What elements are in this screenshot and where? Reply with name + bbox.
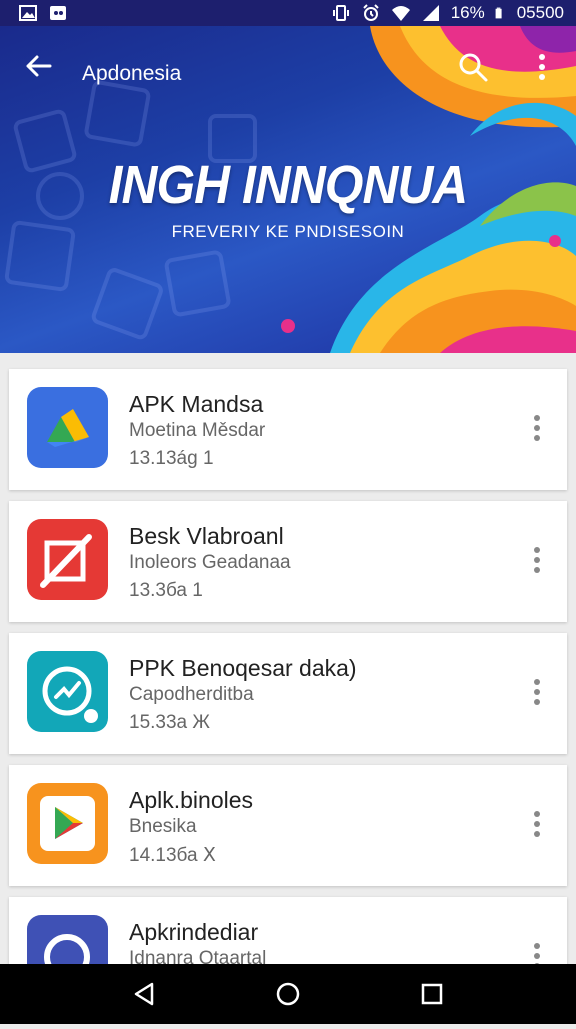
back-arrow-icon[interactable] [22, 50, 54, 82]
more-vert-icon[interactable] [530, 50, 554, 84]
app-name: Besk Vlabroanl [129, 523, 284, 549]
drive-icon [27, 387, 108, 468]
list-item[interactable]: Aplk.binoles Bnesika 14.13ба Ⅹ [9, 765, 567, 886]
app-name: Aplk.binoles [129, 787, 254, 813]
list-item[interactable]: Besk Vlabroanl Inoleors Geadanaa 13.3ба … [9, 501, 567, 622]
item-menu-icon[interactable] [527, 675, 547, 709]
app-developer: Moetina Měsdar [129, 420, 266, 441]
app-title: Apdonesia [82, 62, 182, 85]
app-list: APK Mandsa Moetina Měsdar 13.13ág 1 Besk… [9, 369, 567, 1029]
app-meta: 13.13ág 1 [129, 448, 214, 469]
home-nav-icon[interactable] [274, 980, 302, 1008]
back-nav-icon[interactable] [130, 980, 158, 1008]
gallery-icon [19, 5, 37, 21]
navigation-bar [0, 964, 576, 1024]
alarm-icon [362, 4, 379, 21]
app-meta: 15.33a Ж [129, 712, 210, 733]
clock: 05500 [516, 3, 564, 22]
toolbar: Apdonesia [0, 36, 576, 96]
item-menu-icon[interactable] [527, 807, 547, 841]
app-name: PPK Benoqesar daka) [129, 655, 357, 681]
app-meta: 13.3ба 1 [129, 580, 203, 601]
banner-title: INGH INNQNUA [108, 155, 469, 215]
vibrate-icon [332, 5, 349, 21]
item-menu-icon[interactable] [527, 411, 547, 445]
status-bar: 16% 05500 [0, 0, 576, 26]
app-name: Apkrindediar [129, 919, 259, 945]
header-banner: Apdonesia INGH INNQNUA FREVERIY KE PNDIS… [0, 26, 576, 353]
item-menu-icon[interactable] [527, 543, 547, 577]
app-meta: 14.13ба Ⅹ [129, 845, 216, 866]
app-developer: Bnesika [129, 816, 197, 837]
app-developer: Capodherditba [129, 684, 254, 705]
banner-subtitle: FREVERIY KE PNDISESOIN [171, 222, 405, 241]
app-developer: Inoleors Geadanaa [129, 552, 291, 573]
app-name: APK Mandsa [129, 391, 264, 417]
list-item[interactable]: APK Mandsa Moetina Měsdar 13.13ág 1 [9, 369, 567, 490]
game-icon [50, 6, 66, 20]
battery-icon [495, 7, 502, 19]
play-icon [27, 783, 108, 864]
edit-icon [27, 519, 108, 600]
list-item[interactable]: PPK Benoqesar daka) Capodherditba 15.33a… [9, 633, 567, 754]
wifi-icon [391, 6, 410, 21]
speedtest-icon [27, 651, 108, 732]
battery-percent: 16% [450, 3, 485, 22]
search-icon[interactable] [456, 50, 490, 84]
signal-icon [422, 5, 439, 21]
recents-nav-icon[interactable] [418, 980, 446, 1008]
